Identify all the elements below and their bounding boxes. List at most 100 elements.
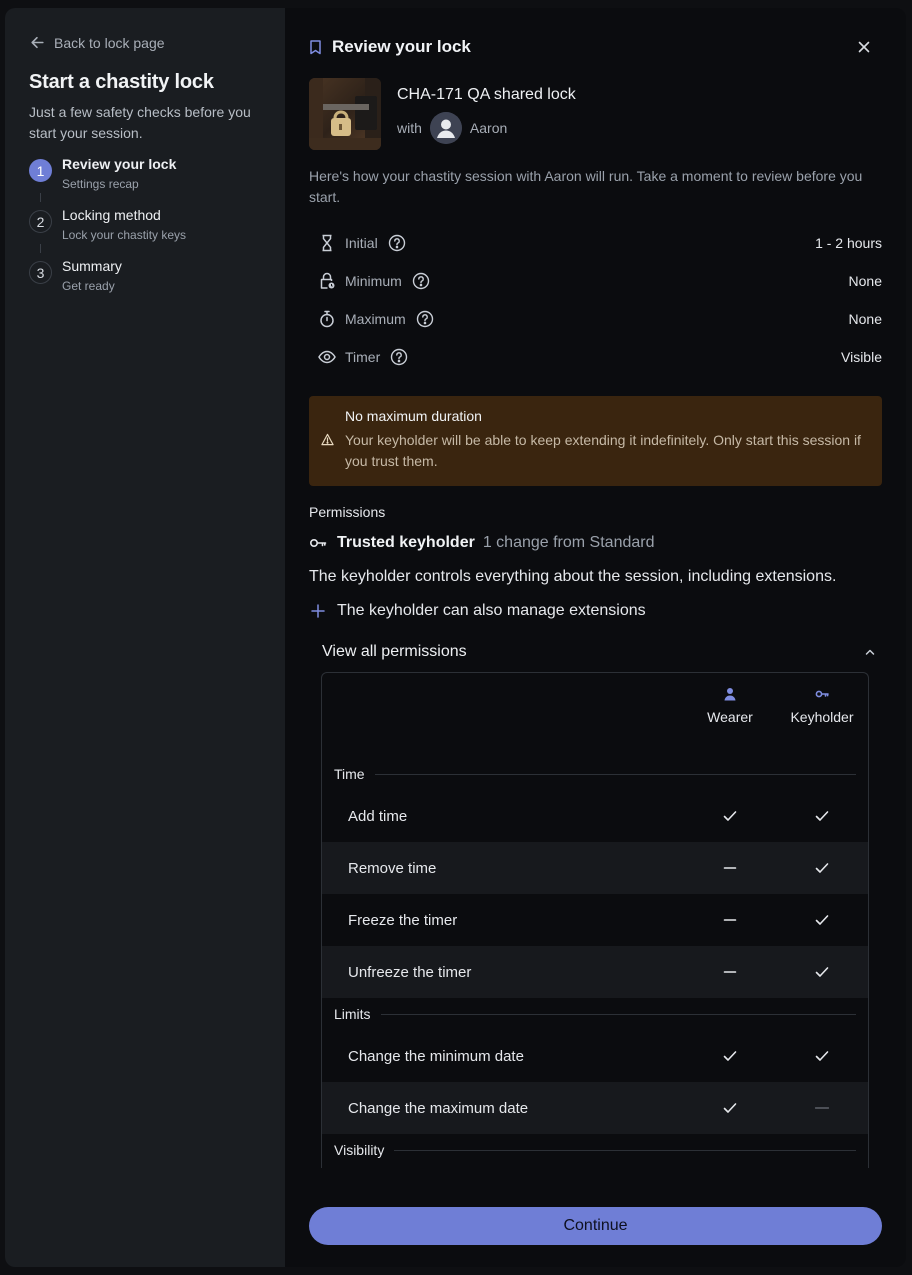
bookmark-icon (309, 39, 322, 55)
key-icon (815, 690, 829, 698)
hourglass-icon (317, 233, 337, 253)
continue-button[interactable]: Continue (309, 1207, 882, 1245)
permission-section-header: Visibility (322, 1134, 868, 1166)
setting-row-maximum: Maximum None (309, 300, 882, 338)
plus-icon (311, 604, 325, 618)
keyholder-avatar[interactable] (429, 112, 462, 144)
permission-row: Remove time (322, 842, 868, 894)
permission-row: Change the minimum date (322, 1030, 868, 1082)
user-icon (429, 112, 462, 144)
wearer-permission-cell (684, 964, 776, 980)
section-title: Visibility (334, 1142, 385, 1158)
wearer-permission-cell (684, 1048, 776, 1064)
minus-icon (723, 867, 737, 869)
column-wearer-label: Wearer (707, 709, 753, 725)
back-link-label: Back to lock page (54, 34, 165, 51)
check-icon (815, 967, 829, 977)
user-icon (724, 688, 736, 701)
keyholder-permission-cell (776, 912, 868, 928)
step-description: Lock your chastity keys (62, 228, 187, 242)
setting-label: Initial (345, 235, 378, 251)
lock-settings: Initial 1 - 2 hours Minimum None Maximum… (309, 224, 882, 376)
permission-name: Add time (348, 807, 408, 825)
help-icon[interactable] (388, 234, 406, 252)
keyholder-name[interactable]: Aaron (470, 120, 507, 136)
wearer-permission-cell (684, 808, 776, 824)
close-button[interactable] (852, 35, 876, 59)
setting-row-minimum: Minimum None (309, 262, 882, 300)
setting-value: None (848, 273, 882, 289)
step-number: 3 (29, 261, 52, 284)
minus-icon (723, 919, 737, 921)
panel-title: Review your lock (332, 37, 471, 56)
step-connector (40, 193, 41, 202)
section-divider (374, 773, 856, 775)
section-divider (380, 1013, 856, 1015)
permissions-table-header: Wearer Keyholder (322, 673, 868, 758)
check-icon (815, 863, 829, 873)
view-all-label: View all permissions (322, 643, 467, 660)
profile-change-count: 1 change from Standard (482, 534, 655, 551)
steps-sidebar: Back to lock page Start a chastity lock … (5, 8, 285, 1267)
step-description: Get ready (62, 279, 115, 293)
permissions-table-body: Time Add time Remove time Freeze the timer U… (322, 758, 868, 1166)
warning-icon (321, 433, 334, 446)
lock-start-modal: Back to lock page Start a chastity lock … (5, 8, 906, 1267)
sidebar-title: Start a chastity lock (29, 71, 214, 93)
setting-row-timer: Timer Visible (309, 338, 882, 376)
check-icon (723, 1051, 737, 1061)
dash-icon (814, 1107, 830, 1109)
permission-section-header: Limits (322, 998, 868, 1030)
close-icon (858, 41, 870, 53)
setting-label: Timer (345, 349, 381, 365)
permission-section-header: Time (322, 758, 868, 790)
sidebar-subtitle: Just a few safety checks before you star… (29, 104, 251, 141)
permissions-heading: Permissions (309, 504, 386, 520)
check-icon (815, 811, 829, 821)
help-icon[interactable] (390, 348, 408, 366)
panel-footer: Continue (309, 1207, 882, 1245)
setting-label: Maximum (345, 311, 406, 327)
setting-row-initial: Initial 1 - 2 hours (309, 224, 882, 262)
step-locking-method[interactable]: 2 Locking method Lock your chastity keys (29, 207, 261, 242)
column-keyholder: Keyholder (776, 673, 868, 758)
permission-row: Add time (322, 790, 868, 842)
profile-description: The keyholder controls everything about … (309, 568, 837, 585)
step-summary[interactable]: 3 Summary Get ready (29, 258, 261, 293)
help-icon[interactable] (416, 310, 434, 328)
profile-name: Trusted keyholder (337, 534, 475, 551)
extra-permission: The keyholder can also manage extensions (309, 602, 882, 620)
key-icon (309, 539, 327, 548)
wearer-permission-cell (684, 912, 776, 928)
permission-row: Unfreeze the timer (322, 946, 868, 998)
permission-row: Change the maximum date (322, 1082, 868, 1134)
check-icon (723, 811, 737, 821)
intro-text: Here's how your chastity session with Aa… (309, 168, 863, 205)
column-wearer: Wearer (684, 673, 776, 758)
setting-label: Minimum (345, 273, 402, 289)
section-title: Limits (334, 1006, 371, 1022)
step-list: 1 Review your lock Settings recap 2 Lock… (29, 156, 261, 293)
step-number: 1 (29, 159, 52, 182)
help-icon[interactable] (412, 272, 430, 290)
no-maximum-warning: No maximum duration Your keyholder will … (309, 396, 882, 486)
setting-value: None (848, 311, 882, 327)
extra-permission-text: The keyholder can also manage extensions (337, 602, 646, 619)
step-review[interactable]: 1 Review your lock Settings recap (29, 156, 261, 191)
eye-icon (317, 347, 337, 367)
section-divider (394, 1149, 856, 1151)
setting-value: Visible (841, 349, 882, 365)
keyholder-permission-cell (776, 964, 868, 980)
permission-name: Unfreeze the timer (348, 963, 472, 981)
lock-name: CHA-171 QA shared lock (397, 86, 576, 103)
setting-value: 1 - 2 hours (815, 235, 882, 251)
permission-name: Freeze the timer (348, 911, 458, 929)
stopwatch-icon (317, 309, 337, 329)
wearer-permission-cell (684, 860, 776, 876)
view-all-permissions-toggle[interactable]: View all permissions (309, 642, 882, 662)
back-to-lock-page-link[interactable]: Back to lock page (29, 34, 261, 51)
check-icon (723, 1103, 737, 1113)
step-label: Review your lock (62, 156, 177, 172)
permissions-table[interactable]: Wearer Keyholder Time Add time Remove time… (321, 672, 869, 1168)
panel-header: Review your lock (309, 32, 882, 62)
